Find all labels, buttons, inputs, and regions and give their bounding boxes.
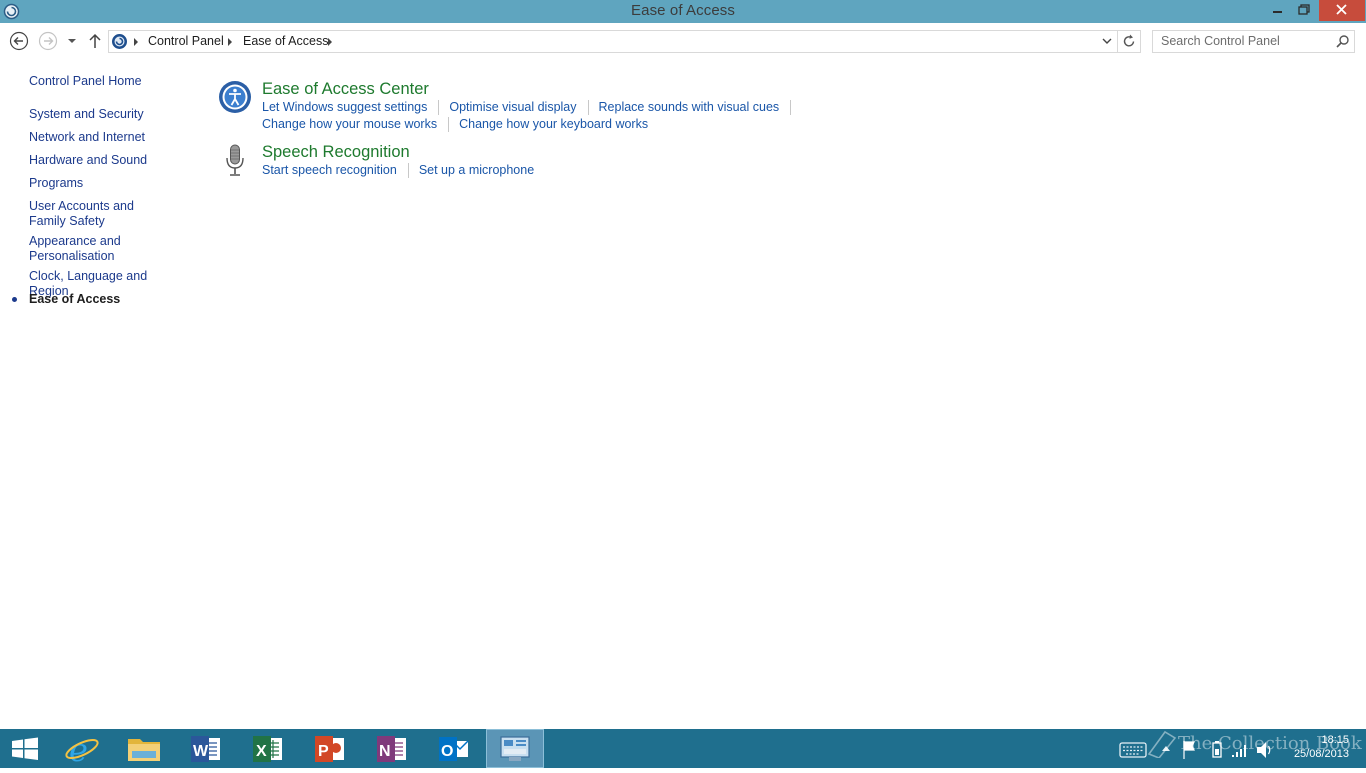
sidebar-item-appearance[interactable]: Appearance and Personalisation bbox=[29, 234, 129, 264]
taskbar-clock[interactable]: 18:15 25/08/2013 bbox=[1287, 733, 1349, 761]
breadcrumb-separator-icon[interactable] bbox=[328, 38, 332, 46]
minimize-button[interactable] bbox=[1264, 0, 1290, 21]
word-icon: W bbox=[191, 736, 220, 762]
close-button[interactable] bbox=[1319, 0, 1365, 21]
address-bar[interactable]: Control Panel Ease of Access bbox=[108, 30, 1141, 53]
current-page-bullet-icon bbox=[12, 297, 17, 302]
control-panel-icon bbox=[500, 736, 530, 761]
refresh-button[interactable] bbox=[1117, 31, 1141, 52]
sidebar-item-network-and-internet[interactable]: Network and Internet bbox=[29, 130, 189, 145]
window-title: Ease of Access bbox=[631, 2, 735, 19]
breadcrumb-separator-icon[interactable] bbox=[228, 38, 232, 46]
address-dropdown-button[interactable] bbox=[1097, 31, 1117, 52]
sidebar-item-ease-of-access[interactable]: Ease of Access bbox=[29, 292, 189, 307]
speech-recognition-links-row: Start speech recognition Set up a microph… bbox=[262, 163, 534, 179]
powerpoint-icon: P bbox=[315, 736, 344, 762]
set-up-a-microphone-link[interactable]: Set up a microphone bbox=[419, 163, 534, 177]
sidebar-item-hardware-and-sound[interactable]: Hardware and Sound bbox=[29, 153, 189, 168]
optimise-visual-display-link[interactable]: Optimise visual display bbox=[449, 100, 576, 114]
link-divider bbox=[438, 100, 440, 116]
microphone-icon[interactable] bbox=[218, 143, 252, 177]
ease-of-access-links-row-2: Change how your mouse works Change how yo… bbox=[262, 117, 648, 133]
restore-icon bbox=[1298, 4, 1310, 15]
link-divider bbox=[790, 100, 792, 116]
start-speech-recognition-link[interactable]: Start speech recognition bbox=[262, 163, 397, 177]
link-divider bbox=[587, 100, 589, 116]
sidebar-item-system-and-security[interactable]: System and Security bbox=[29, 107, 189, 122]
restore-button[interactable] bbox=[1291, 0, 1317, 21]
navigation-bar: Control Panel Ease of Access Search Cont… bbox=[0, 23, 1366, 59]
onenote-icon: N bbox=[377, 736, 406, 762]
taskbar-word[interactable]: W bbox=[180, 729, 232, 768]
ease-of-access-icon[interactable] bbox=[218, 80, 252, 114]
minimize-icon bbox=[1273, 11, 1282, 13]
control-panel-home-link[interactable]: Control Panel Home bbox=[29, 74, 189, 89]
taskbar-internet-explorer[interactable]: e bbox=[56, 729, 108, 769]
sidebar-item-programs[interactable]: Programs bbox=[29, 176, 189, 191]
speech-recognition-heading[interactable]: Speech Recognition bbox=[262, 143, 410, 162]
clock-date: 25/08/2013 bbox=[1293, 748, 1349, 760]
internet-explorer-icon: e bbox=[65, 731, 99, 769]
back-arrow-icon[interactable] bbox=[9, 31, 29, 51]
link-divider bbox=[407, 163, 409, 179]
svg-text:O: O bbox=[441, 743, 453, 760]
let-windows-suggest-settings-link[interactable]: Let Windows suggest settings bbox=[262, 100, 427, 114]
outlook-icon: O bbox=[439, 737, 469, 761]
up-arrow-icon[interactable] bbox=[87, 32, 103, 50]
search-placeholder: Search Control Panel bbox=[1161, 34, 1280, 48]
sidebar-item-user-accounts[interactable]: User Accounts and Family Safety bbox=[29, 199, 174, 229]
forward-arrow-icon[interactable] bbox=[38, 31, 58, 51]
taskbar-powerpoint[interactable]: P bbox=[304, 729, 356, 768]
search-box[interactable]: Search Control Panel bbox=[1152, 30, 1355, 53]
ease-of-access-center-heading[interactable]: Ease of Access Center bbox=[262, 80, 429, 99]
chevron-down-icon bbox=[1102, 38, 1112, 44]
svg-text:e: e bbox=[69, 731, 88, 768]
recent-locations-chevron-down-icon[interactable] bbox=[66, 36, 78, 46]
breadcrumb-control-panel[interactable]: Control Panel bbox=[148, 34, 224, 48]
taskbar-excel[interactable]: X bbox=[242, 729, 294, 768]
title-bar: Ease of Access bbox=[0, 0, 1366, 23]
change-how-your-mouse-works-link[interactable]: Change how your mouse works bbox=[262, 117, 437, 131]
svg-text:N: N bbox=[379, 743, 391, 760]
clock-time: 18:15 bbox=[1321, 734, 1349, 746]
taskbar-onenote[interactable]: N bbox=[366, 729, 418, 768]
watermark-book-icon bbox=[1147, 730, 1177, 758]
close-icon bbox=[1336, 4, 1347, 15]
start-button[interactable] bbox=[0, 729, 50, 768]
breadcrumb-separator-icon[interactable] bbox=[134, 38, 138, 46]
svg-text:W: W bbox=[193, 743, 209, 760]
windows-logo-icon bbox=[12, 737, 38, 760]
taskbar-outlook[interactable]: O bbox=[428, 729, 480, 768]
ease-of-access-links-row-1: Let Windows suggest settings Optimise vis… bbox=[262, 100, 801, 116]
taskbar-file-explorer[interactable] bbox=[118, 729, 170, 768]
change-how-your-keyboard-works-link[interactable]: Change how your keyboard works bbox=[459, 117, 648, 131]
refresh-icon bbox=[1123, 34, 1135, 47]
taskbar-control-panel[interactable] bbox=[486, 729, 544, 768]
link-divider bbox=[448, 117, 450, 133]
folder-icon bbox=[128, 739, 160, 761]
svg-text:P: P bbox=[318, 743, 329, 760]
control-panel-icon bbox=[112, 34, 127, 49]
excel-icon: X bbox=[253, 736, 282, 762]
replace-sounds-with-visual-cues-link[interactable]: Replace sounds with visual cues bbox=[599, 100, 780, 114]
breadcrumb-ease-of-access[interactable]: Ease of Access bbox=[243, 34, 328, 48]
svg-text:X: X bbox=[256, 743, 267, 760]
search-icon[interactable] bbox=[1335, 34, 1350, 49]
